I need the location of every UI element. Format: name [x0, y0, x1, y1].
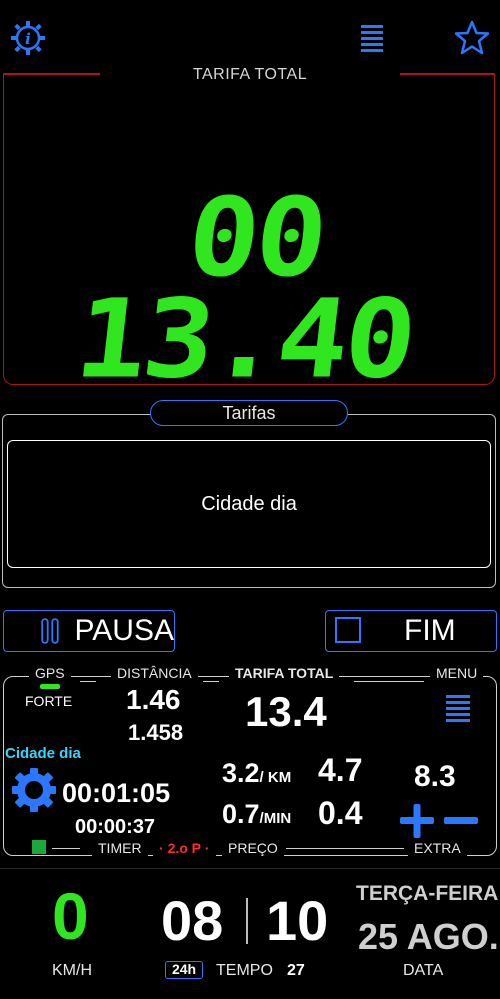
pause-button[interactable]: PAUSA — [3, 610, 175, 652]
pause-icon — [41, 618, 59, 644]
rate-min-unit: /MIN — [259, 810, 292, 827]
panel-menu-icon[interactable] — [444, 693, 474, 728]
rate-min: 0.7/MIN — [222, 799, 291, 830]
tariffs-title: Tarifas — [150, 400, 348, 426]
divider — [354, 681, 424, 682]
info-icon[interactable]: i — [8, 18, 48, 58]
price-label: PREÇO — [222, 840, 284, 856]
time-label: TEMPO — [216, 962, 273, 979]
clock-hour: 08 — [161, 889, 224, 952]
stop-icon — [335, 617, 361, 643]
tariff-name: Cidade dia — [5, 745, 81, 762]
clock-minute: 10 — [266, 889, 329, 952]
timer-status-indicator — [32, 840, 46, 854]
menu-icon[interactable] — [354, 18, 394, 58]
divider — [52, 848, 80, 849]
timer-sub: 00:00:37 — [75, 816, 156, 838]
date-label: DATA — [403, 962, 444, 979]
time-extra: 27 — [287, 962, 305, 979]
speed-unit: KM/H — [52, 962, 92, 979]
star-icon[interactable] — [452, 18, 492, 58]
tariff-selected-label: Cidade dia — [201, 492, 297, 515]
svg-text:i: i — [25, 30, 31, 48]
divider — [286, 848, 404, 849]
settings-gear-icon[interactable] — [11, 767, 57, 818]
extra-plus-button[interactable] — [398, 802, 436, 845]
rate-km-unit: / KM — [259, 769, 292, 786]
gps-label: GPS — [29, 665, 71, 681]
rate-km: 3.2/ KM — [222, 758, 291, 789]
min-amount: 0.4 — [318, 795, 363, 831]
speed-value: 0 — [52, 879, 89, 953]
bottom-separator — [0, 868, 500, 869]
timer-main: 00:01:05 — [62, 778, 171, 808]
km-amount: 4.7 — [318, 752, 363, 788]
date-value: 25 AGO. — [358, 916, 499, 957]
extra-minus-button[interactable] — [442, 802, 480, 845]
distance-sub: 1.458 — [128, 720, 184, 745]
period-label: · 2.o P · — [153, 840, 216, 856]
rate-min-value: 0.7 — [222, 799, 260, 829]
extra-label: EXTRA — [408, 840, 467, 856]
gps-status: FORTE — [25, 693, 73, 709]
fare-label: TARIFA TOTAL — [192, 66, 308, 83]
weekday: TERÇA-FEIRA — [356, 882, 499, 905]
gps-signal-bar — [40, 684, 60, 689]
fare-value: 00 13.40 — [69, 173, 420, 403]
end-button[interactable]: FIM — [325, 610, 497, 652]
divider — [203, 681, 219, 682]
clock-divider — [246, 898, 248, 944]
rate-km-value: 3.2 — [222, 758, 260, 788]
divider — [80, 681, 96, 682]
tariff-selector[interactable]: Cidade dia — [7, 440, 491, 568]
pause-label: PAUSA — [74, 614, 174, 647]
extra-value: 8.3 — [414, 760, 456, 793]
distance-main: 1.46 — [126, 684, 181, 715]
total-label: TARIFA TOTAL — [229, 665, 340, 681]
total-value: 13.4 — [245, 688, 327, 735]
time-format-badge[interactable]: 24h — [165, 961, 203, 979]
period-value: 2.o P — [167, 840, 202, 856]
menu-label: MENU — [430, 665, 484, 681]
distance-label: DISTÂNCIA — [111, 665, 198, 681]
timer-label: TIMER — [92, 840, 148, 856]
end-label: FIM — [404, 614, 456, 647]
